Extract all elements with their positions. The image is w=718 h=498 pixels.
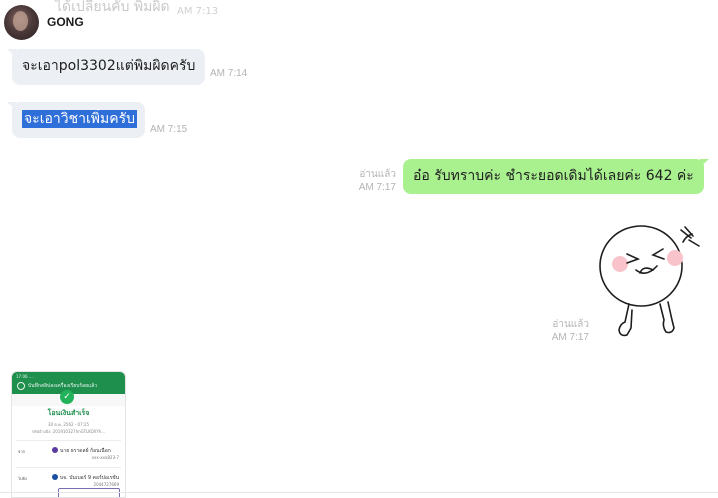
receipt-body: โอนเงินสำเร็จ 30 ต.ค. 2562 - 07:25 รหัสอ…	[12, 406, 125, 497]
payment-receipt-image[interactable]: 17:06 .... บันทึกสลิปลงเครื่องเรียบร้อยแ…	[11, 371, 126, 498]
bank-logo-icon	[52, 447, 58, 453]
to-name: บจ. บัมเบอร์ 9 คอร์ปอเรชั่น	[60, 475, 120, 481]
message-meta: อ่านแล้ว AM 7:17	[346, 167, 396, 193]
message-bubble-outgoing[interactable]: อ๋อ รับทราบค่ะ ชำระยอดเดิมได้เลยค่ะ 642 …	[403, 159, 709, 194]
message-time: AM 7:17	[358, 182, 396, 193]
sender-avatar[interactable]	[4, 5, 39, 40]
read-receipt: อ่านแล้ว	[359, 169, 396, 180]
message-bubble-incoming[interactable]: จะเอาpol3302แต่พิมผิดครับ	[6, 49, 206, 85]
receipt-status-bar: 17:06 ....	[16, 374, 34, 379]
receipt-reference: รหัสอ้างอิง: 201910327hnGTLKOXYh...	[31, 429, 106, 434]
message-text: จะเอาpol3302แต่พิมผิดครับ	[22, 58, 196, 74]
receipt-date: 30 ต.ค. 2562 - 07:25	[47, 422, 90, 427]
receipt-from-row: จาก นาย ธราดลย์ ก้อนเนือก xxx-xxx823-7	[12, 446, 125, 462]
message-text: อ๋อ รับทราบค่ะ ชำระยอดเดิมได้เลยค่ะ 642 …	[413, 168, 694, 184]
selected-message-text: จะเอาวิชาเพิ่มครับ	[22, 110, 138, 128]
message-time: AM 7:14	[210, 68, 248, 79]
divider	[0, 492, 718, 493]
divider	[16, 440, 121, 441]
previous-message-text: ได้เปลี่ยนคับ พิมผิด	[55, 0, 170, 15]
read-receipt: อ่านแล้ว	[552, 319, 589, 330]
from-account: xxx-xxx823-7	[91, 455, 119, 460]
bank-logo-icon	[52, 474, 58, 480]
check-circle-icon	[17, 382, 25, 390]
previous-message-time: AM 7:13	[177, 6, 219, 17]
from-name: นาย ธราดลย์ ก้อนเนือก	[60, 448, 111, 454]
receipt-to-row: ไปยัง บจ. บัมเบอร์ 9 คอร์ปอเรชั่น 204472…	[12, 473, 125, 489]
receipt-button	[58, 488, 120, 497]
laughing-character-sticker[interactable]	[596, 218, 706, 343]
success-check-icon: ✓	[60, 390, 74, 404]
divider	[16, 467, 121, 468]
message-meta: อ่านแล้ว AM 7:17	[538, 317, 589, 343]
message-time: AM 7:17	[551, 332, 589, 343]
to-account: 2044727669	[93, 482, 119, 487]
to-label: ไปยัง	[18, 476, 27, 481]
receipt-status: โอนเงินสำเร็จ	[47, 409, 90, 417]
from-label: จาก	[18, 449, 26, 454]
message-time: AM 7:15	[150, 124, 188, 135]
sender-name: GONG	[47, 15, 84, 29]
receipt-header-title: บันทึกสลิปลงเครื่องเรียบร้อยแล้ว	[28, 383, 98, 389]
message-bubble-incoming[interactable]: จะเอาวิชาเพิ่มครับ	[6, 102, 146, 138]
